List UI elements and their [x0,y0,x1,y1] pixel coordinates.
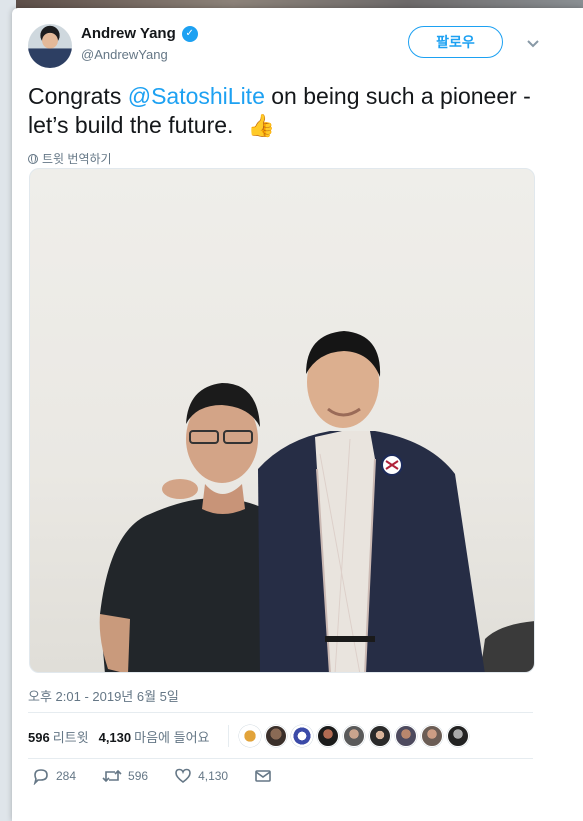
verified-icon: ✓ [181,25,198,42]
like-count: 4,130 [198,769,229,783]
tweet-timestamp[interactable]: 오후 2:01 - 2019년 6월 5일 [28,686,179,705]
divider-top [28,712,533,713]
reply-icon [33,769,48,785]
author-info: Andrew Yang ✓ @AndrewYang [81,25,198,62]
likes-stat-count: 4,130 [98,729,132,745]
retweet-button[interactable]: 596 [102,767,148,785]
tweet-photo[interactable] [29,168,535,673]
retweets-stat-count: 596 [28,729,50,745]
retweet-count: 596 [128,769,149,783]
tweet-stats: 596 리트윗 4,130 마음에 들어요 [28,725,469,747]
mail-icon [255,770,271,782]
liker-avatar[interactable] [264,725,287,747]
tweet-text: Congrats @SatoshiLite on being such a pi… [28,82,548,140]
liker-avatars [238,725,469,747]
stats-separator [227,725,229,747]
reply-button[interactable]: 284 [32,767,76,785]
divider-bottom [28,758,533,759]
tweet-actions: 284 596 4,130 [32,767,298,785]
liker-avatar[interactable] [368,725,391,747]
retweets-stat[interactable]: 596 리트윗 [28,727,89,746]
likes-stat[interactable]: 4,130 마음에 들어요 [99,727,210,746]
retweets-stat-label: 리트윗 [52,729,89,745]
globe-icon [28,153,38,164]
liker-avatar[interactable] [342,725,365,747]
liker-avatar[interactable] [290,725,313,747]
retweet-icon [102,769,122,783]
tweet-header: Andrew Yang ✓ @AndrewYang 팔로우 [28,22,556,74]
like-button[interactable]: 4,130 [174,767,228,785]
author-display-name[interactable]: Andrew Yang [81,25,176,42]
author-avatar[interactable] [28,24,72,68]
chevron-down-icon[interactable] [526,36,540,50]
liker-avatar[interactable] [446,725,469,747]
translate-link[interactable]: 트윗 번역하기 [28,150,112,167]
mention-link[interactable]: @SatoshiLite [128,83,265,109]
liker-avatar[interactable] [394,725,417,747]
follow-button[interactable]: 팔로우 [408,26,503,58]
translate-label: 트윗 번역하기 [42,152,112,166]
thumbs-up-emoji: 👍 [247,113,276,138]
liker-avatar[interactable] [420,725,443,747]
liker-avatar[interactable] [316,725,339,747]
reply-count: 284 [56,769,77,783]
tweet-text-start: Congrats [28,83,128,109]
likes-stat-label: 마음에 들어요 [134,729,210,745]
liker-avatar[interactable] [238,725,261,747]
direct-message-button[interactable] [254,767,272,785]
heart-icon [175,768,191,783]
author-handle[interactable]: @AndrewYang [81,47,198,62]
photo-illustration [99,331,534,672]
